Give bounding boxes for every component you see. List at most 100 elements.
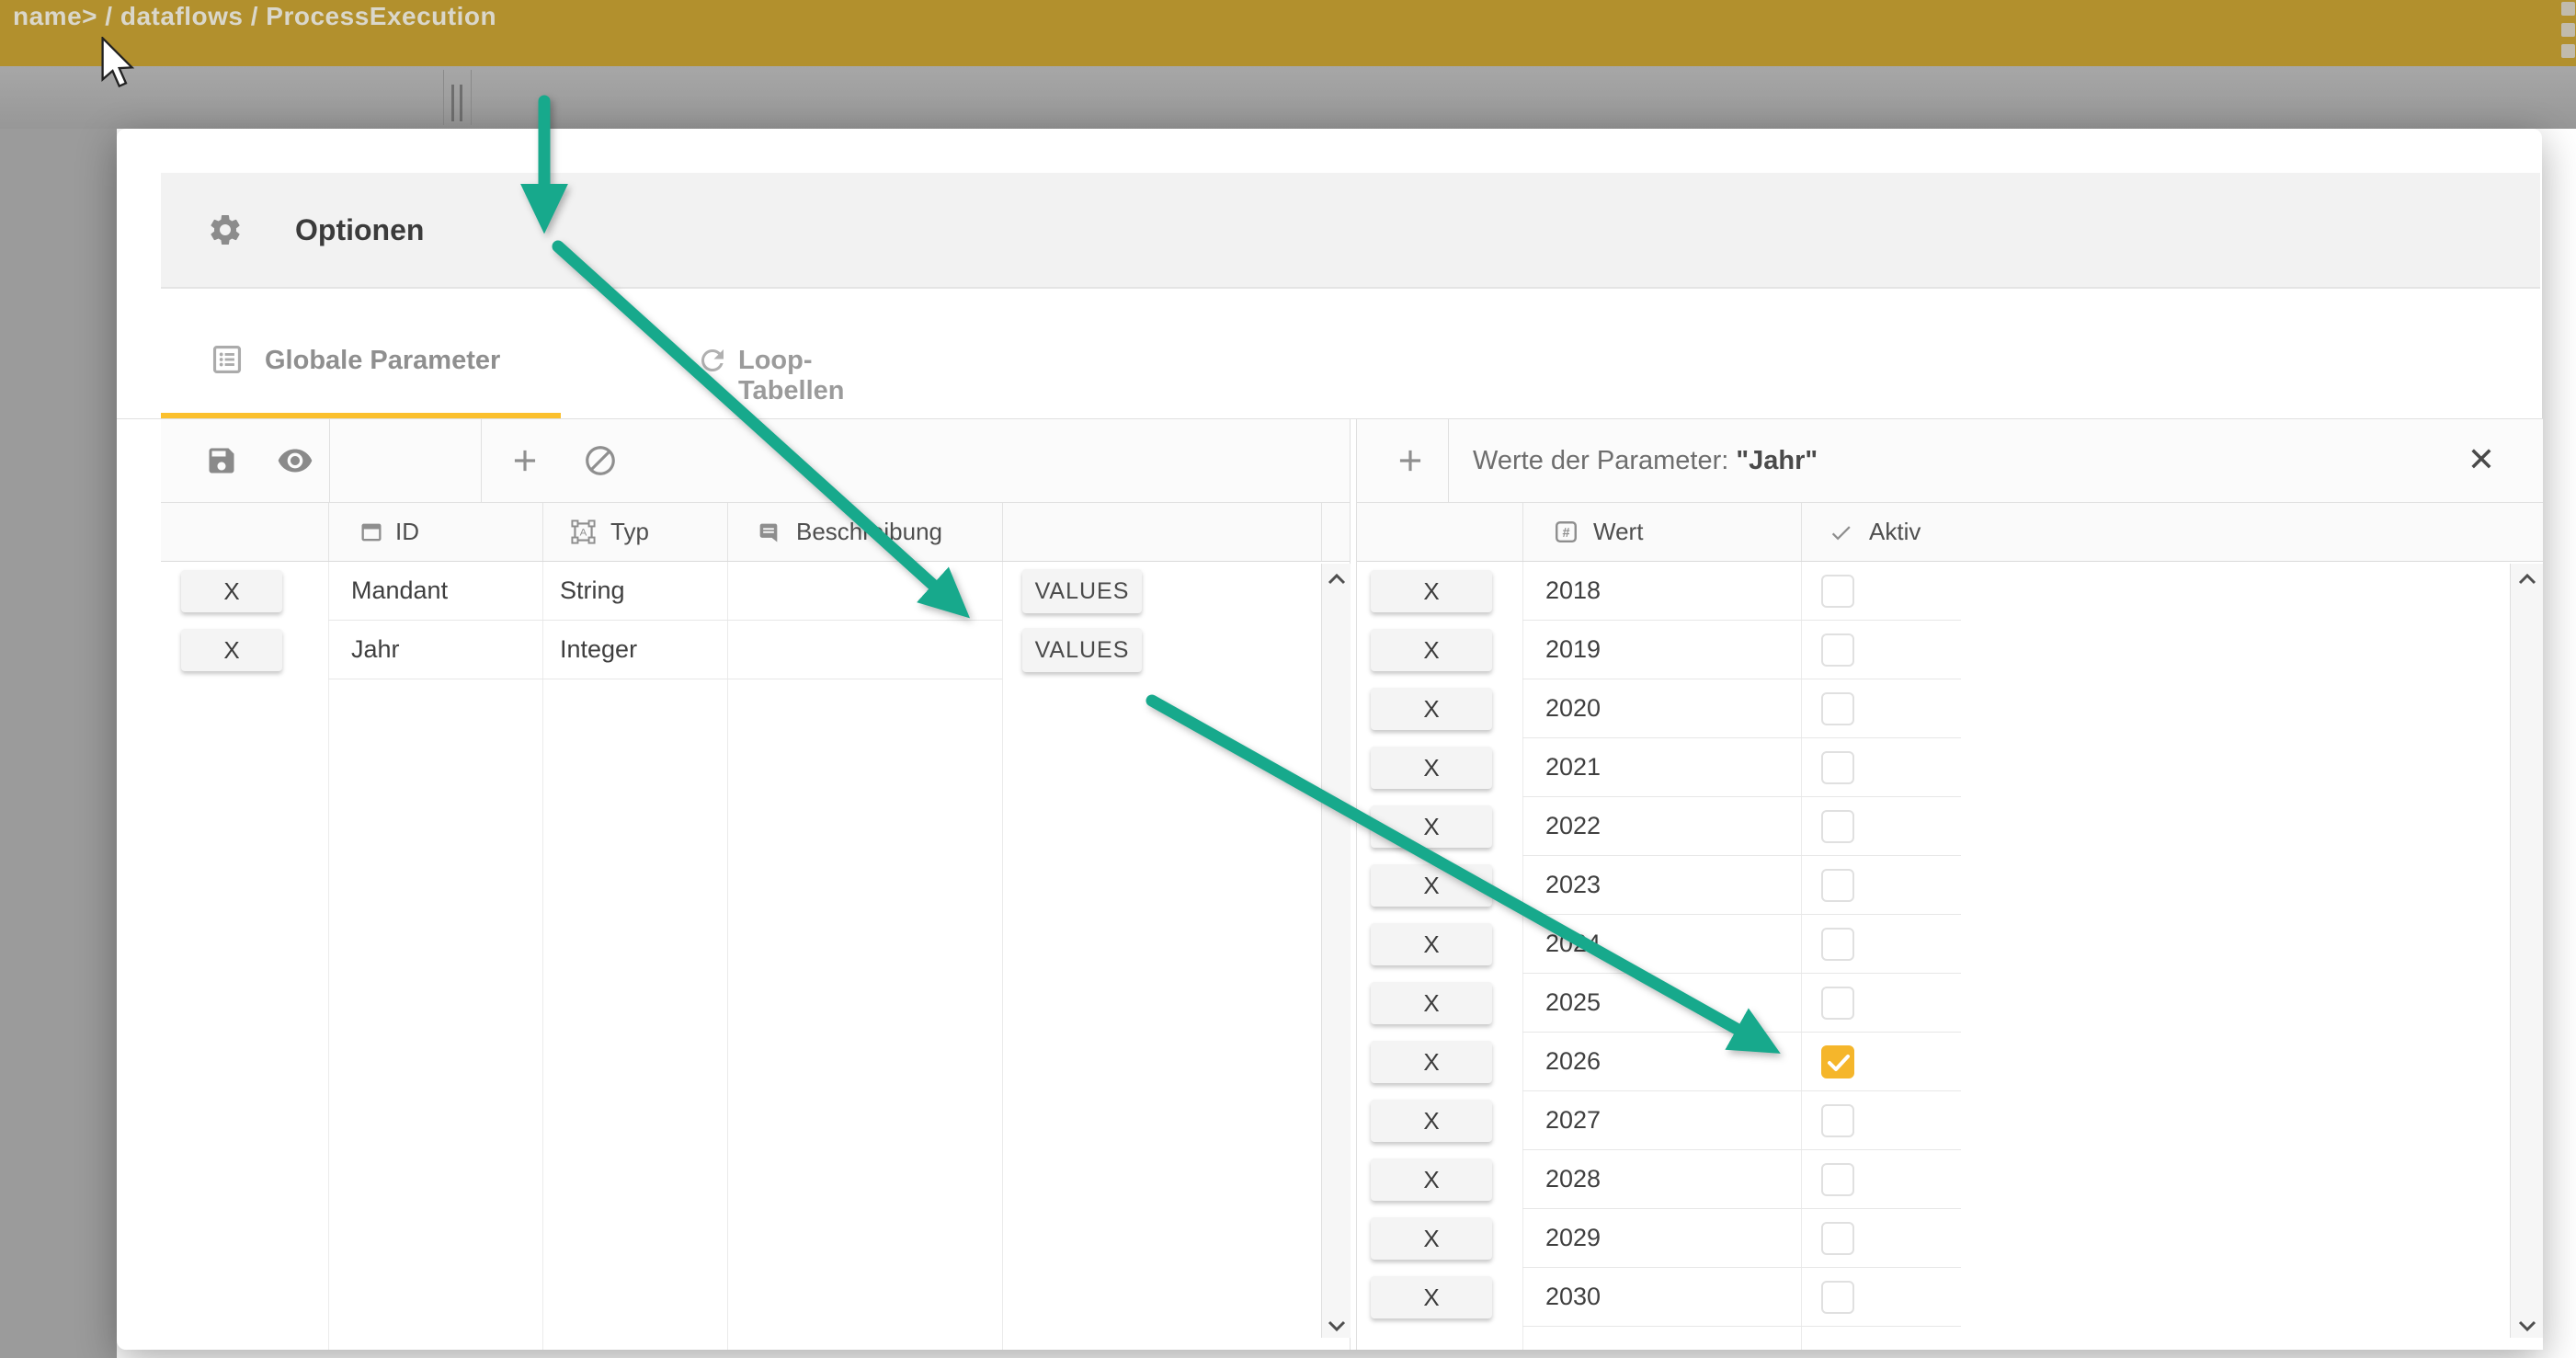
cell-wert: 2019 xyxy=(1545,635,1601,664)
table-row: X2018 xyxy=(1357,562,2543,621)
scrollbar[interactable] xyxy=(2510,564,2543,1338)
save-icon[interactable] xyxy=(205,444,238,477)
beschreibung-column-icon xyxy=(756,519,781,545)
tab-globale-parameter[interactable]: Globale Parameter xyxy=(161,313,561,413)
cell-wert: 2030 xyxy=(1545,1283,1601,1311)
window-controls-icon xyxy=(2561,2,2576,65)
delete-row-button[interactable]: X xyxy=(181,629,282,671)
cell-typ: Integer xyxy=(560,635,637,664)
table-row: X2029 xyxy=(1357,1209,2543,1268)
svg-text:#: # xyxy=(1562,526,1569,541)
values-panel-title: Werte der Parameter: "Jahr" xyxy=(1473,419,1818,502)
aktiv-checkbox[interactable] xyxy=(1821,987,1854,1020)
parameters-table-header: ID A Typ Beschreibung xyxy=(161,503,1350,562)
refresh-icon xyxy=(696,344,729,377)
breadcrumb[interactable]: name> / dataflows / ProcessExecution xyxy=(13,2,496,31)
values-header: Werte der Parameter: "Jahr" ✕ xyxy=(1357,418,2543,503)
preview-eye-icon[interactable] xyxy=(277,446,313,475)
delete-row-button[interactable]: X xyxy=(1371,1217,1492,1260)
delete-row-button[interactable]: X xyxy=(1371,1100,1492,1142)
scroll-down-icon[interactable] xyxy=(1327,1319,1347,1332)
column-header[interactable]: Typ xyxy=(610,518,649,546)
cell-wert: 2025 xyxy=(1545,988,1601,1017)
delete-row-button[interactable]: X xyxy=(1371,747,1492,789)
cell-wert: 2028 xyxy=(1545,1165,1601,1193)
aktiv-checkbox[interactable] xyxy=(1821,1104,1854,1137)
typ-column-icon: A xyxy=(570,519,597,545)
block-icon[interactable] xyxy=(583,443,618,478)
table-row: X2020 xyxy=(1357,679,2543,738)
table-row: X 2030 xyxy=(1357,1268,2543,1327)
delete-row-button[interactable]: X xyxy=(1371,570,1492,612)
aktiv-checkbox[interactable] xyxy=(1821,1163,1854,1196)
aktiv-checkbox[interactable] xyxy=(1821,1281,1854,1314)
delete-row-button[interactable]: X xyxy=(1371,864,1492,907)
delete-row-button[interactable]: X xyxy=(1371,982,1492,1024)
delete-row-button[interactable]: X xyxy=(181,570,282,612)
aktiv-checkbox[interactable] xyxy=(1821,928,1854,961)
wert-column-icon: # xyxy=(1553,519,1579,545)
scroll-up-icon[interactable] xyxy=(1327,573,1347,586)
column-header[interactable]: ID xyxy=(395,518,419,546)
aktiv-checkbox[interactable] xyxy=(1821,692,1854,725)
aktiv-checkbox[interactable] xyxy=(1821,810,1854,843)
options-gear-icon xyxy=(207,211,244,248)
values-button[interactable]: VALUES xyxy=(1022,628,1142,672)
delete-row-button[interactable]: X xyxy=(1371,688,1492,730)
aktiv-checkbox[interactable] xyxy=(1821,751,1854,784)
cell-wert: 2021 xyxy=(1545,753,1601,782)
scroll-down-icon[interactable] xyxy=(2517,1319,2537,1332)
close-icon[interactable]: ✕ xyxy=(2468,419,2495,502)
table-row: X 2027 xyxy=(1357,1091,2543,1150)
delete-row-button[interactable]: X xyxy=(1371,1276,1492,1318)
aktiv-checkbox[interactable] xyxy=(1821,1222,1854,1255)
cell-wert: 2022 xyxy=(1545,812,1601,840)
tab-loop-tabellen[interactable]: Loop-Tabellen xyxy=(561,313,910,413)
delete-row-button[interactable]: X xyxy=(1371,1158,1492,1201)
id-column-icon xyxy=(359,519,384,545)
delete-row-button[interactable]: X xyxy=(1371,1041,1492,1083)
delete-row-button[interactable]: X xyxy=(1371,629,1492,671)
column-header[interactable]: Wert xyxy=(1593,518,1643,546)
background-sidebar xyxy=(0,129,117,1358)
cell-typ: String xyxy=(560,576,625,605)
table-row: X 2028 xyxy=(1357,1150,2543,1209)
table-row: X 2021 xyxy=(1357,738,2543,797)
scroll-up-icon[interactable] xyxy=(2517,573,2537,586)
table-row: X 2022 xyxy=(1357,797,2543,856)
table-row: X 2025 xyxy=(1357,974,2543,1033)
table-row: X2026 xyxy=(1357,1033,2543,1091)
column-header[interactable]: Aktiv xyxy=(1869,518,1921,546)
row-separator xyxy=(1522,1326,1961,1327)
parameters-table-body: X Mandant String VALUES X Jahr Integer VALUES xyxy=(161,562,1350,1350)
delete-row-button[interactable]: X xyxy=(1371,805,1492,848)
cell-wert: 2027 xyxy=(1545,1106,1601,1135)
add-value-icon[interactable] xyxy=(1393,443,1428,478)
table-row: X Mandant String VALUES xyxy=(161,562,1350,621)
table-row: X 2023 xyxy=(1357,856,2543,915)
parameters-panel: ID A Typ Beschreibung xyxy=(161,418,1351,1350)
dialog-title: Optionen xyxy=(295,173,424,287)
values-table-header: # Wert Aktiv xyxy=(1357,503,2543,562)
dialog-header: Optionen xyxy=(161,173,2540,289)
values-button[interactable]: VALUES xyxy=(1022,569,1142,613)
aktiv-checkbox[interactable] xyxy=(1821,633,1854,667)
scrollbar[interactable] xyxy=(1321,564,1351,1338)
delete-row-button[interactable]: X xyxy=(1371,923,1492,965)
list-icon xyxy=(210,342,245,377)
column-header[interactable]: Beschreibung xyxy=(796,518,942,546)
aktiv-checkbox[interactable] xyxy=(1821,869,1854,902)
values-table-body: X2018X2019X2020X2021X2022X2023X2024X2025… xyxy=(1357,562,2543,1350)
cell-id: Jahr xyxy=(351,635,400,664)
cell-wert: 2023 xyxy=(1545,871,1601,899)
toolbar-divider xyxy=(443,70,444,125)
table-row: X2024 xyxy=(1357,915,2543,974)
screen: name> / dataflows / ProcessExecution Opt… xyxy=(0,0,2576,1358)
add-parameter-icon[interactable] xyxy=(507,443,542,478)
toolbar-divider xyxy=(471,70,472,125)
aktiv-checkbox[interactable] xyxy=(1821,575,1854,608)
aktiv-checkbox[interactable] xyxy=(1821,1045,1854,1078)
cell-id: Mandant xyxy=(351,576,448,605)
svg-text:A: A xyxy=(580,528,587,539)
options-dialog: Optionen Globale Parameter Loop-Tabellen xyxy=(117,129,2542,1350)
